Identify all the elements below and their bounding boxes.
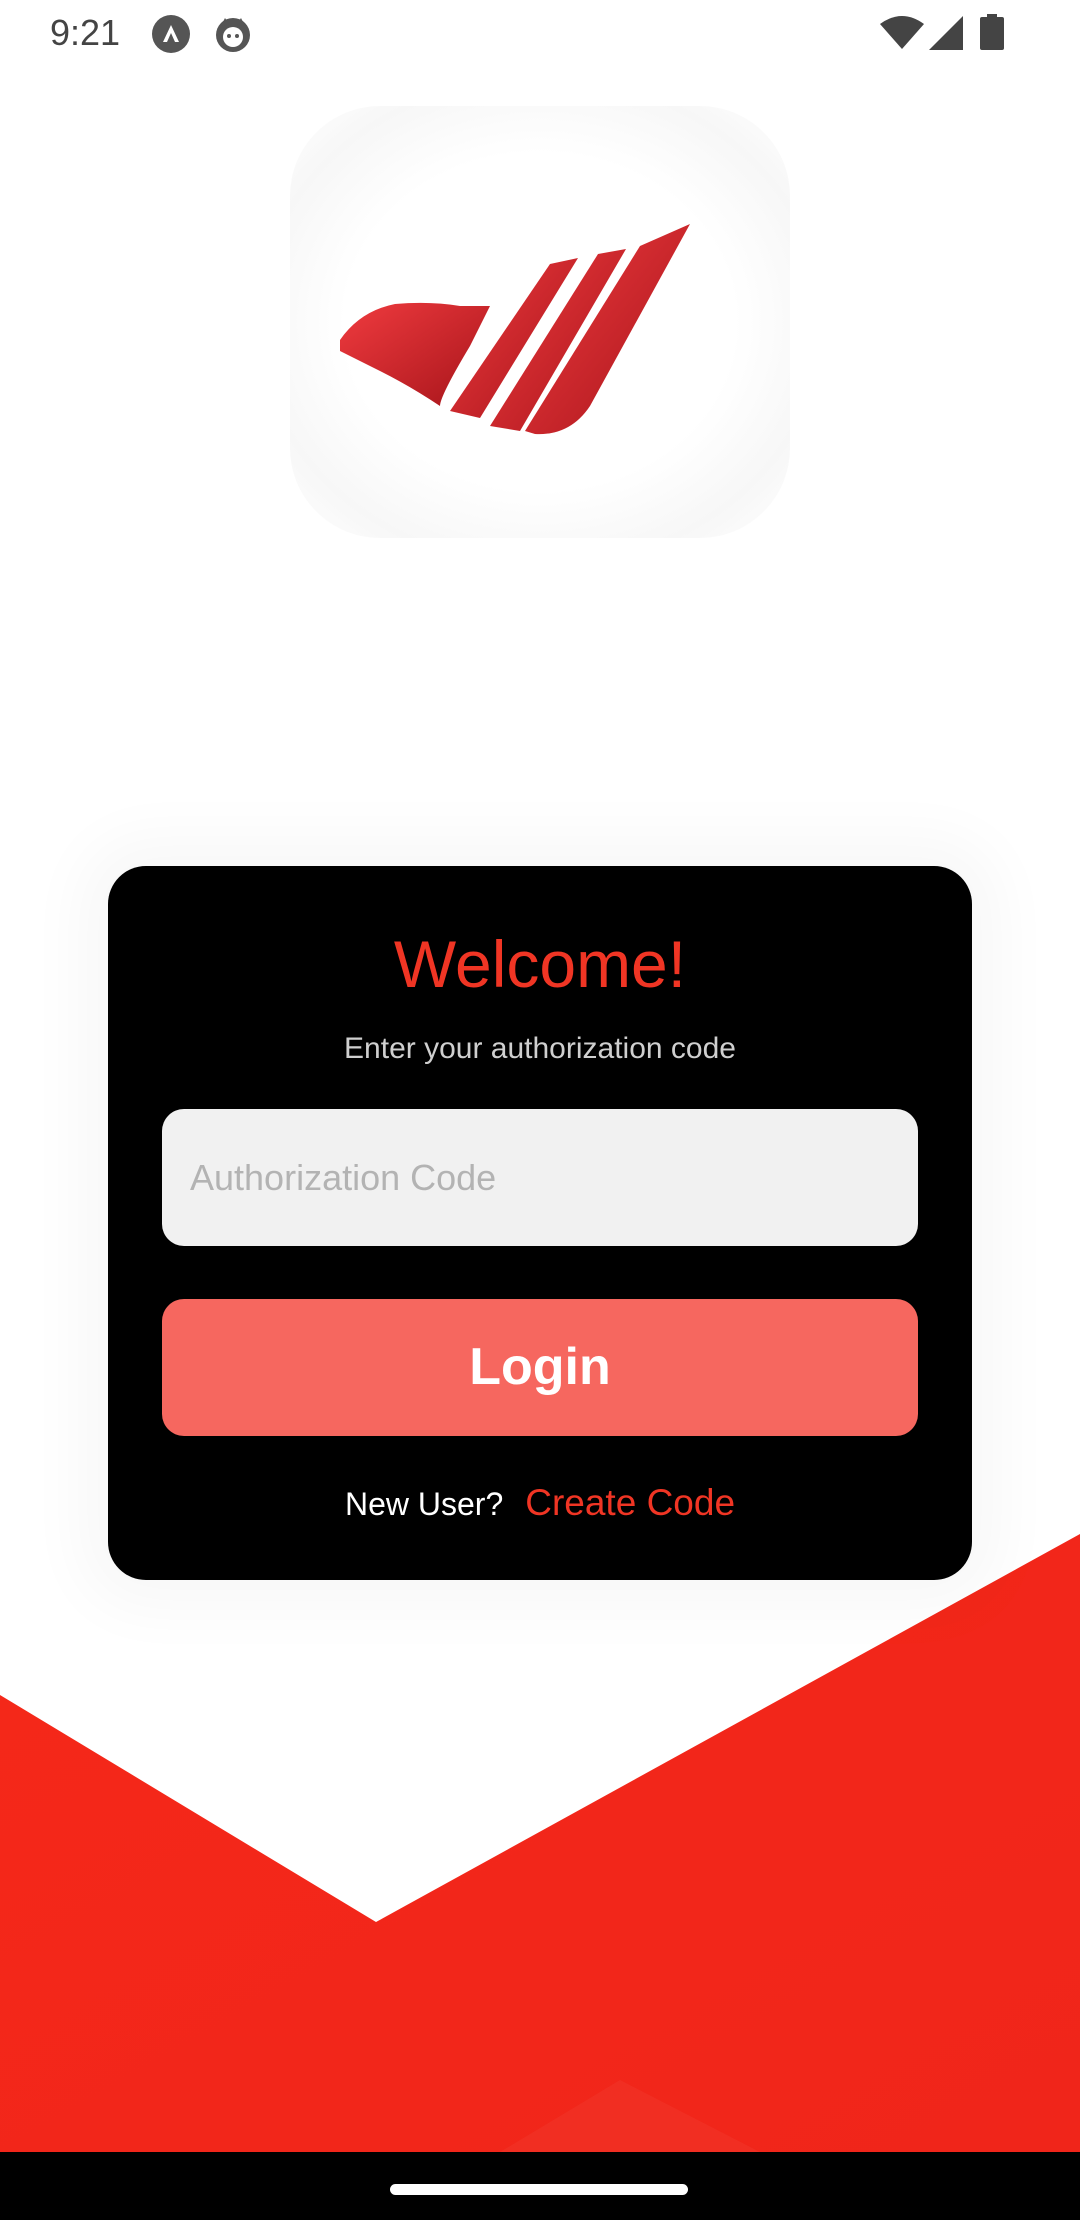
welcome-title: Welcome! bbox=[393, 927, 687, 1001]
brand-logo-icon bbox=[340, 224, 690, 435]
cat-notification-icon bbox=[216, 18, 250, 52]
login-screen: 9:21 Welcome! Enter your authorization c… bbox=[0, 0, 1080, 2220]
authorization-code-input[interactable] bbox=[162, 1109, 918, 1246]
navigation-bar bbox=[0, 2152, 1080, 2220]
cell-signal-icon bbox=[929, 16, 963, 50]
create-code-link[interactable]: Create Code bbox=[525, 1482, 735, 1523]
status-time: 9:21 bbox=[50, 12, 121, 53]
app-notification-icon bbox=[152, 15, 190, 53]
status-bar: 9:21 bbox=[0, 0, 1080, 66]
signup-row: New User? Create Code bbox=[108, 1482, 972, 1524]
login-button[interactable]: Login bbox=[162, 1299, 918, 1436]
instructions-subtitle: Enter your authorization code bbox=[344, 1032, 736, 1065]
battery-icon bbox=[980, 14, 1004, 50]
new-user-label: New User? bbox=[344, 1486, 504, 1522]
login-card: Welcome! Enter your authorization code L… bbox=[108, 866, 972, 1580]
wifi-icon bbox=[880, 16, 924, 49]
app-logo bbox=[290, 106, 790, 538]
home-indicator[interactable] bbox=[390, 2184, 688, 2195]
